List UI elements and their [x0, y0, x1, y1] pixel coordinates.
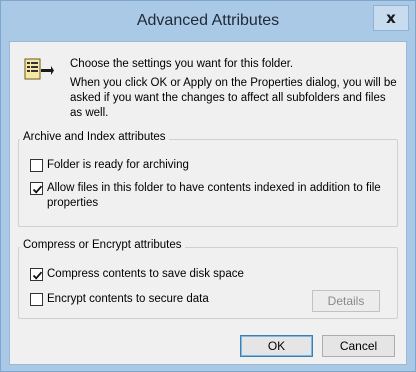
- details-button[interactable]: Details: [312, 290, 380, 312]
- indexing-checkbox-row[interactable]: Allow files in this folder to have conte…: [30, 181, 390, 211]
- checkmark-icon: [32, 185, 43, 194]
- intro-text: Choose the settings you want for this fo…: [70, 57, 400, 121]
- compress-checkbox-label: Compress contents to save disk space: [47, 268, 244, 280]
- dialog-body: Choose the settings you want for this fo…: [9, 41, 407, 365]
- encrypt-checkbox[interactable]: [30, 293, 43, 306]
- archiving-checkbox[interactable]: [30, 159, 43, 172]
- indexing-checkbox-label: Allow files in this folder to have conte…: [47, 182, 381, 209]
- cancel-button[interactable]: Cancel: [322, 335, 395, 357]
- close-button[interactable]: x: [373, 5, 409, 31]
- folder-settings-icon: [24, 56, 54, 82]
- advanced-attributes-dialog: Advanced Attributes x Choose the setting…: [0, 0, 416, 372]
- indexing-checkbox[interactable]: [30, 182, 43, 195]
- archive-index-group-title: Archive and Index attributes: [20, 131, 169, 143]
- encrypt-checkbox-row[interactable]: Encrypt contents to secure data: [30, 292, 290, 307]
- title-bar[interactable]: Advanced Attributes x: [1, 1, 415, 41]
- compress-encrypt-group-title: Compress or Encrypt attributes: [20, 239, 185, 251]
- intro-line2: When you click OK or Apply on the Proper…: [70, 77, 397, 119]
- archiving-checkbox-label: Folder is ready for archiving: [47, 159, 189, 171]
- compress-checkbox-row[interactable]: Compress contents to save disk space: [30, 267, 330, 282]
- dialog-title: Advanced Attributes: [136, 12, 280, 29]
- encrypt-checkbox-label: Encrypt contents to secure data: [47, 293, 209, 305]
- checkmark-icon: [32, 271, 43, 280]
- intro-line1: Choose the settings you want for this fo…: [70, 58, 294, 70]
- ok-button[interactable]: OK: [240, 335, 313, 357]
- compress-checkbox[interactable]: [30, 268, 43, 281]
- archiving-checkbox-row[interactable]: Folder is ready for archiving: [30, 158, 390, 173]
